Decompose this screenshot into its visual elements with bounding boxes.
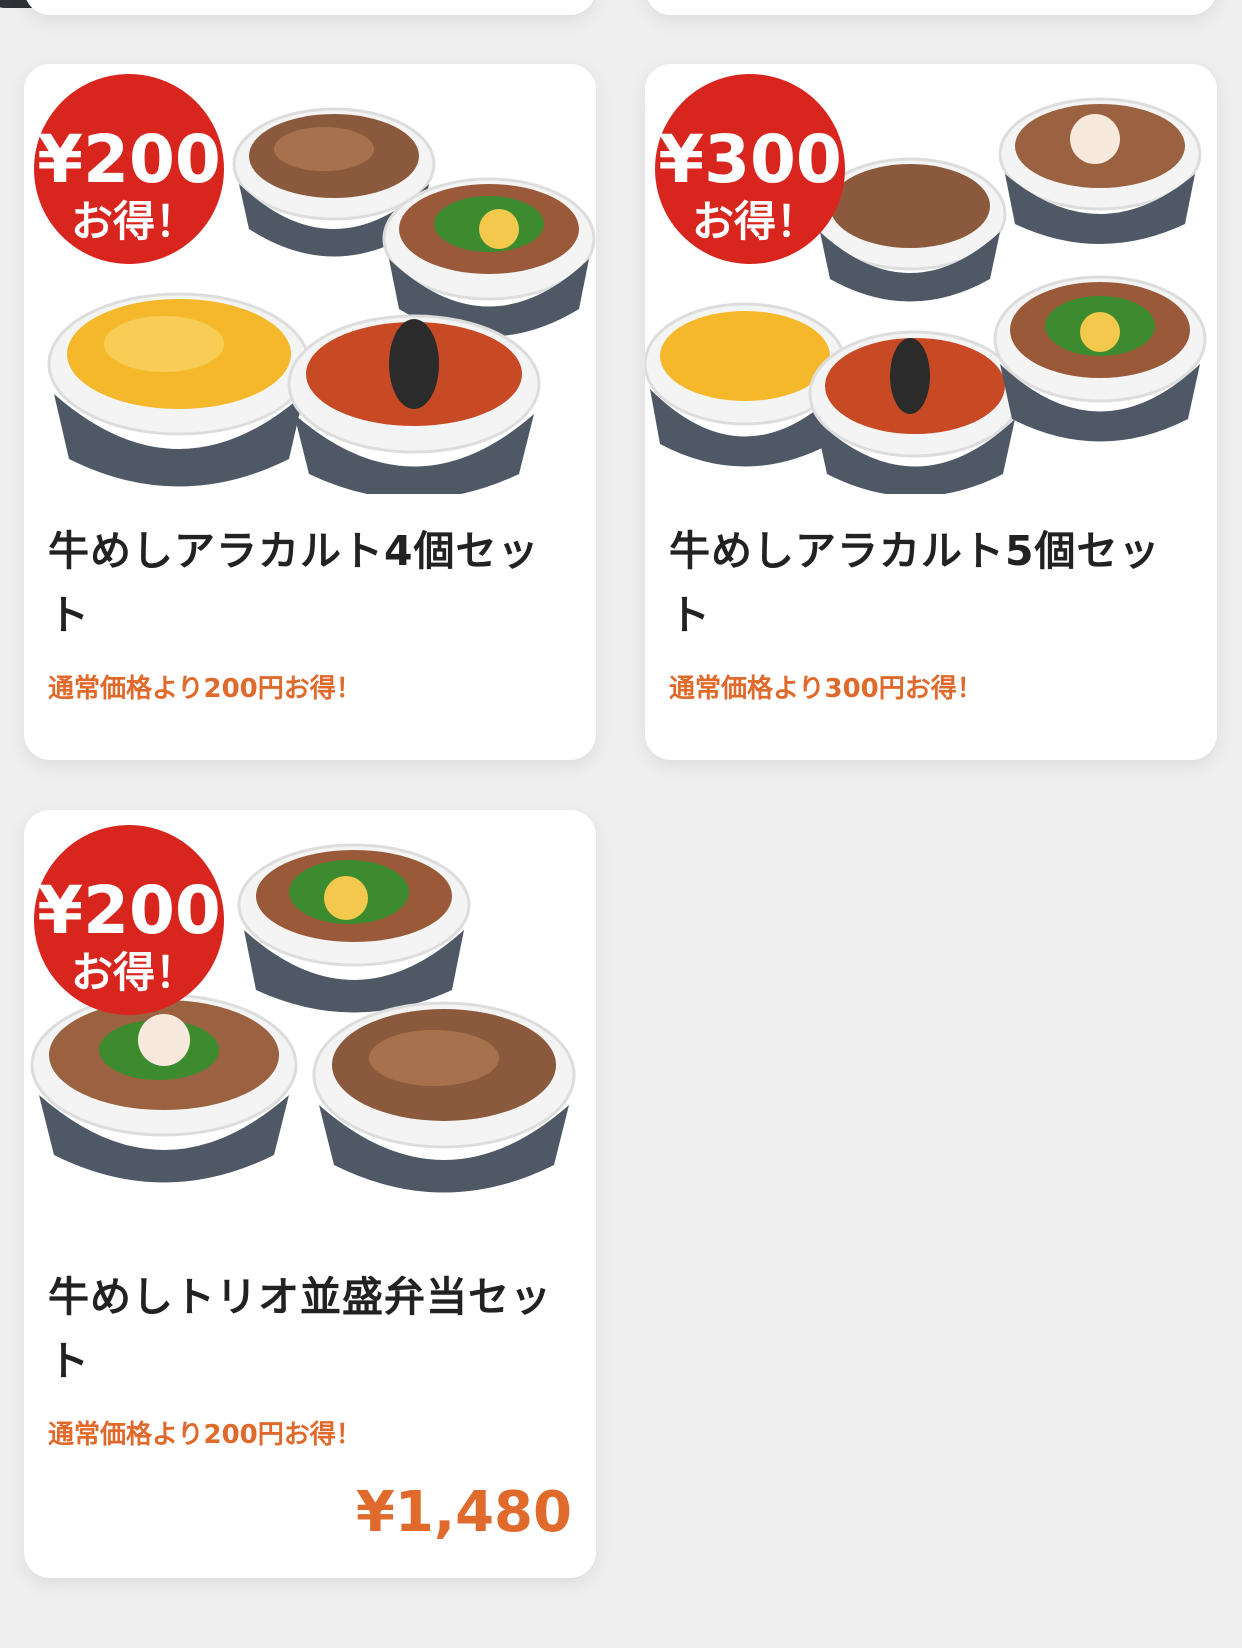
product-card-partial[interactable] [24,0,596,15]
product-name: 牛めしアラカルト4個セット [48,527,540,639]
kimchi-bowl-image [808,330,1022,494]
discount-badge: ¥200 お得！ [34,825,224,1015]
grated-radish-bowl-image [30,993,298,1183]
promo-text: 通常価格より300円お得！ [669,674,983,704]
product-image: ¥200 お得！ [24,810,596,1240]
product-name: 牛めしトリオ並盛弁当セット [48,1273,552,1385]
green-onion-bowl-image [382,177,596,337]
product-price: ¥1,480 [355,1480,572,1545]
product-image: ¥300 お得！ [645,64,1217,494]
product-name: 牛めしアラカルト5個セット [669,527,1161,639]
product-card[interactable]: ¥200 お得！ 牛めしトリオ並盛弁当セット 通常価格より200円お得！ ¥1,… [24,810,596,1578]
svg-text:¥200: ¥200 [37,872,221,949]
green-onion-bowl-image [993,275,1207,442]
product-card[interactable]: ¥300 お得！ 牛めしアラカルト5個セット 通常価格より300円お得！ [645,64,1217,760]
product-card-partial[interactable] [645,0,1217,15]
promo-text: 通常価格より200円お得！ [48,674,362,704]
grated-radish-bowl-image [998,97,1202,244]
discount-badge: ¥300 お得！ [655,74,845,264]
kimchi-bowl-image [287,314,541,494]
svg-text:お得！: お得！ [692,197,818,246]
svg-text:¥200: ¥200 [37,121,221,198]
cheese-bowl-image [47,292,311,487]
promo-text: 通常価格より200円お得！ [48,1420,362,1450]
product-image: ¥200 お得！ [24,64,596,494]
beef-bowl-image [312,1001,576,1193]
svg-text:お得！: お得！ [71,197,197,246]
menu-grid: ¥200 お得！ 牛めしアラカルト4個セット 通常価格より200円お得！ ¥30… [0,0,1242,1648]
svg-text:¥300: ¥300 [658,121,842,198]
discount-badge: ¥200 お得！ [34,74,224,264]
product-card[interactable]: ¥200 お得！ 牛めしアラカルト4個セット 通常価格より200円お得！ [24,64,596,760]
svg-text:お得！: お得！ [71,948,197,997]
green-onion-bowl-image [237,843,471,1013]
